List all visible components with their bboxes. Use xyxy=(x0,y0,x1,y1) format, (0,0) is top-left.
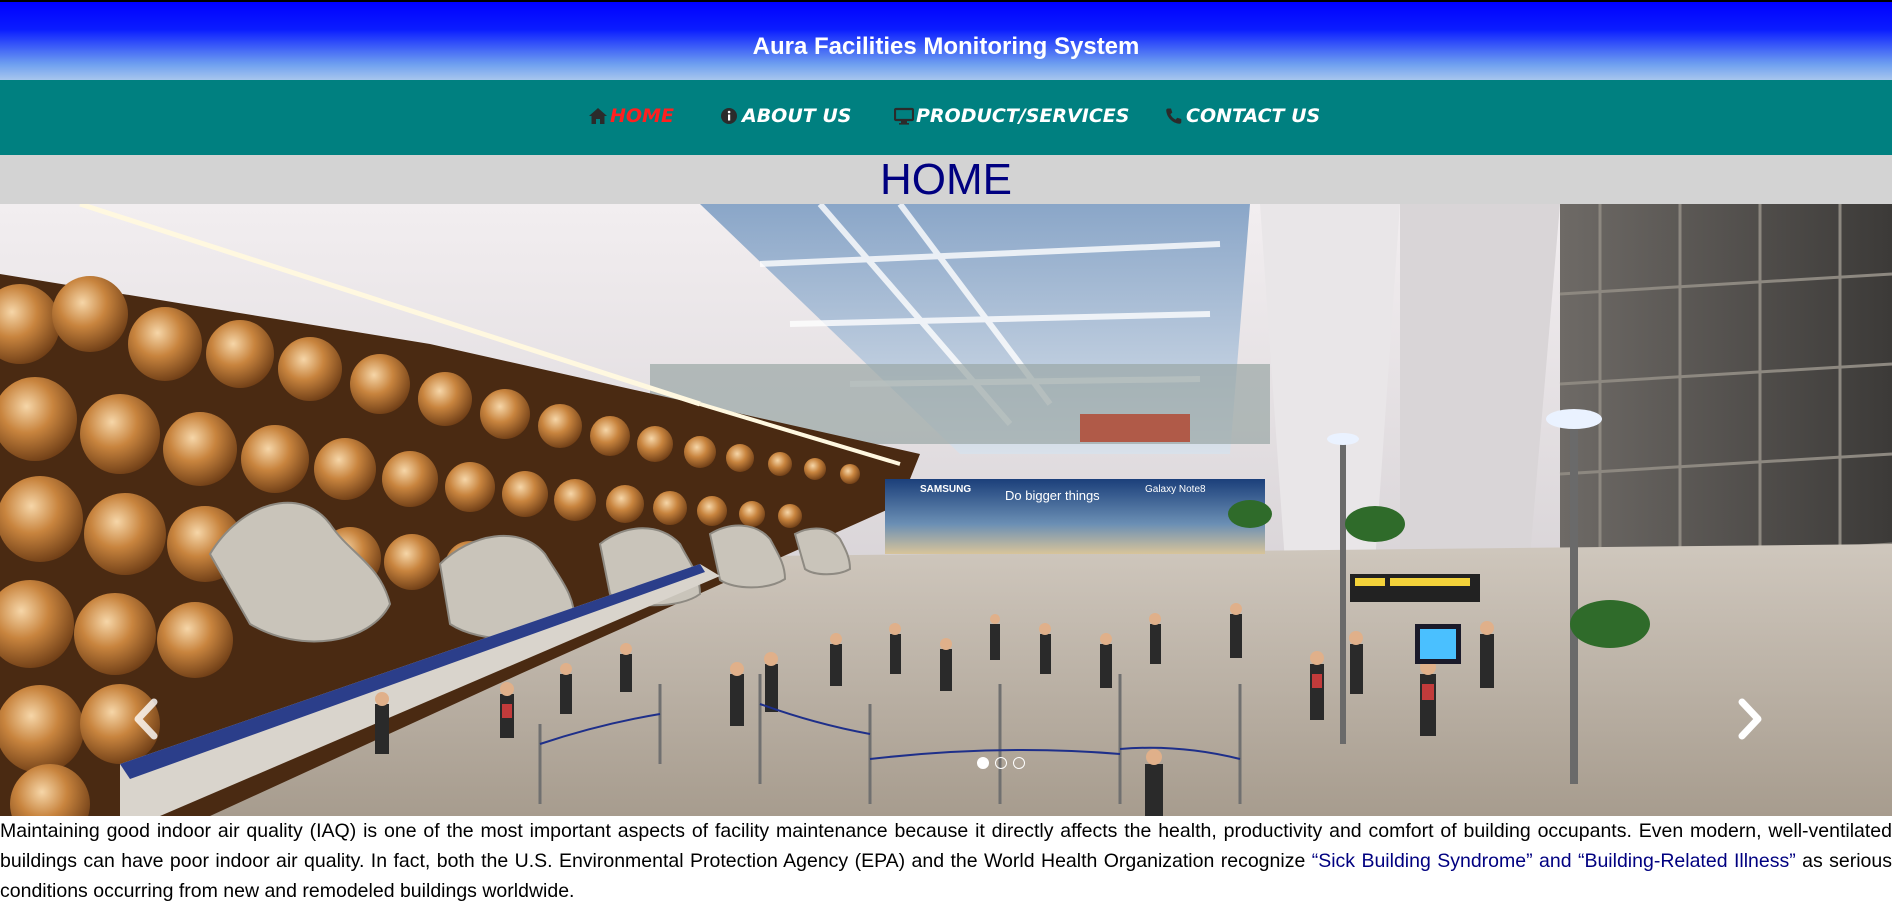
site-title: Aura Facilities Monitoring System xyxy=(752,33,1140,60)
banner-product: Galaxy Note8 xyxy=(1145,484,1206,495)
carousel-indicator-3[interactable] xyxy=(1013,757,1025,769)
phone-icon xyxy=(1164,107,1184,125)
nav-item-about-us[interactable]: ABOUT US xyxy=(720,102,851,130)
carousel-indicator-2[interactable] xyxy=(995,757,1007,769)
site-header: Aura Facilities Monitoring System xyxy=(0,0,1892,80)
page-title: HOME xyxy=(880,155,1012,204)
banner-tagline: Do bigger things xyxy=(1005,488,1100,503)
carousel-indicators xyxy=(55,757,1892,769)
carousel-next-button[interactable] xyxy=(1730,694,1770,744)
nav-label-product-services: PRODUCT/SERVICES xyxy=(916,105,1130,127)
intro-highlight: “Sick Building Syndrome” and “Building-R… xyxy=(1311,850,1796,872)
carousel-indicator-1[interactable] xyxy=(977,757,989,769)
banner-brand: SAMSUNG xyxy=(920,484,971,495)
home-icon xyxy=(588,107,608,125)
monitor-icon xyxy=(893,107,915,125)
chevron-right-icon xyxy=(1738,698,1762,740)
main-nav: HOME ABOUT US PRODUCT/SERVICES CONTACT U… xyxy=(0,80,1892,155)
intro-paragraph: Maintaining good indoor air quality (IAQ… xyxy=(0,816,1892,906)
nav-item-home[interactable]: HOME xyxy=(588,102,674,130)
nav-label-about-us: ABOUT US xyxy=(742,105,852,127)
nav-item-product-services[interactable]: PRODUCT/SERVICES xyxy=(893,102,1130,130)
image-carousel[interactable]: SAMSUNG Do bigger things Galaxy Note8 xyxy=(0,204,1892,816)
nav-label-contact-us: CONTACT US xyxy=(1186,105,1321,127)
carousel-slide-image: SAMSUNG Do bigger things Galaxy Note8 xyxy=(0,204,1892,816)
chevron-left-icon xyxy=(134,698,158,740)
info-icon xyxy=(720,107,740,125)
nav-label-home: HOME xyxy=(610,105,674,127)
carousel-prev-button[interactable] xyxy=(126,694,166,744)
nav-item-contact-us[interactable]: CONTACT US xyxy=(1164,102,1320,130)
page-title-band: HOME xyxy=(0,155,1892,204)
